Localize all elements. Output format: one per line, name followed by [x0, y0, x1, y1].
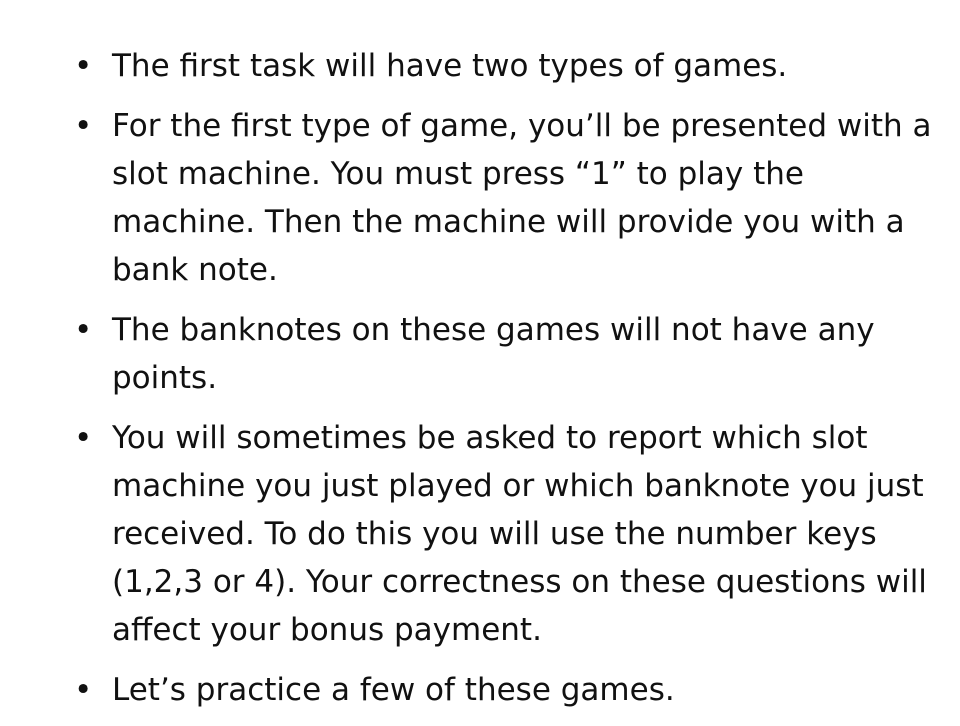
- bullet-item-3: • The banknotes on these games will not …: [72, 306, 932, 402]
- bullet-marker: •: [74, 108, 93, 144]
- bullet-marker: •: [74, 420, 93, 456]
- bullet-text: Let’s practice a few of these games.: [112, 672, 675, 708]
- bullet-item-1: • The first task will have two types of …: [72, 42, 932, 90]
- bullet-text: For the first type of game, you’ll be pr…: [112, 108, 932, 288]
- bullet-text: You will sometimes be asked to report wh…: [112, 420, 927, 648]
- slide: • The first task will have two types of …: [0, 0, 960, 720]
- bullet-marker: •: [74, 48, 93, 84]
- bullet-text: The banknotes on these games will not ha…: [112, 312, 875, 396]
- bullet-marker: •: [74, 312, 93, 348]
- bullet-item-5: • Let’s practice a few of these games.: [72, 666, 932, 714]
- bullet-item-2: • For the first type of game, you’ll be …: [72, 102, 932, 294]
- bullet-item-4: • You will sometimes be asked to report …: [72, 414, 932, 654]
- bullet-list: • The first task will have two types of …: [72, 42, 932, 726]
- bullet-marker: •: [74, 672, 93, 708]
- bullet-text: The first task will have two types of ga…: [112, 48, 788, 84]
